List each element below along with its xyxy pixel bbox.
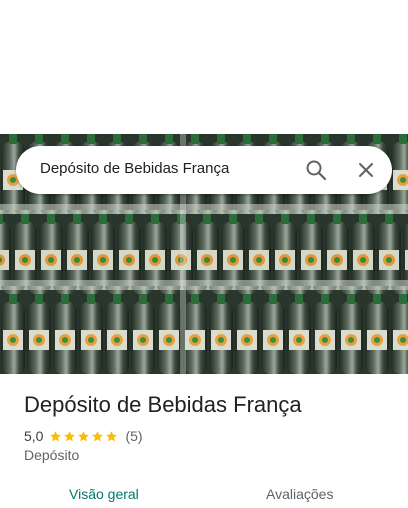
star-icon <box>78 430 90 441</box>
search-input[interactable]: Depósito de Bebidas França <box>40 160 229 177</box>
place-title: Depósito de Bebidas França <box>24 392 302 417</box>
tab-reviews[interactable]: Avaliações <box>266 486 333 502</box>
search-bar[interactable]: Depósito de Bebidas França <box>16 146 392 194</box>
star-icon <box>92 430 104 441</box>
star-icon <box>64 430 76 441</box>
rating-row[interactable]: 5,0 (5) <box>24 427 143 445</box>
map-area-blank <box>0 0 408 134</box>
tab-overview[interactable]: Visão geral <box>69 486 139 502</box>
star-icon <box>50 430 62 441</box>
review-count[interactable]: (5) <box>125 428 142 444</box>
close-icon <box>359 163 373 177</box>
place-category[interactable]: Depósito <box>24 447 79 463</box>
rating-value: 5,0 <box>24 428 44 444</box>
star-icon <box>106 430 118 441</box>
search-button[interactable] <box>300 154 332 186</box>
close-button[interactable] <box>350 154 382 186</box>
search-icon <box>306 160 327 181</box>
rating-stars <box>49 430 119 443</box>
